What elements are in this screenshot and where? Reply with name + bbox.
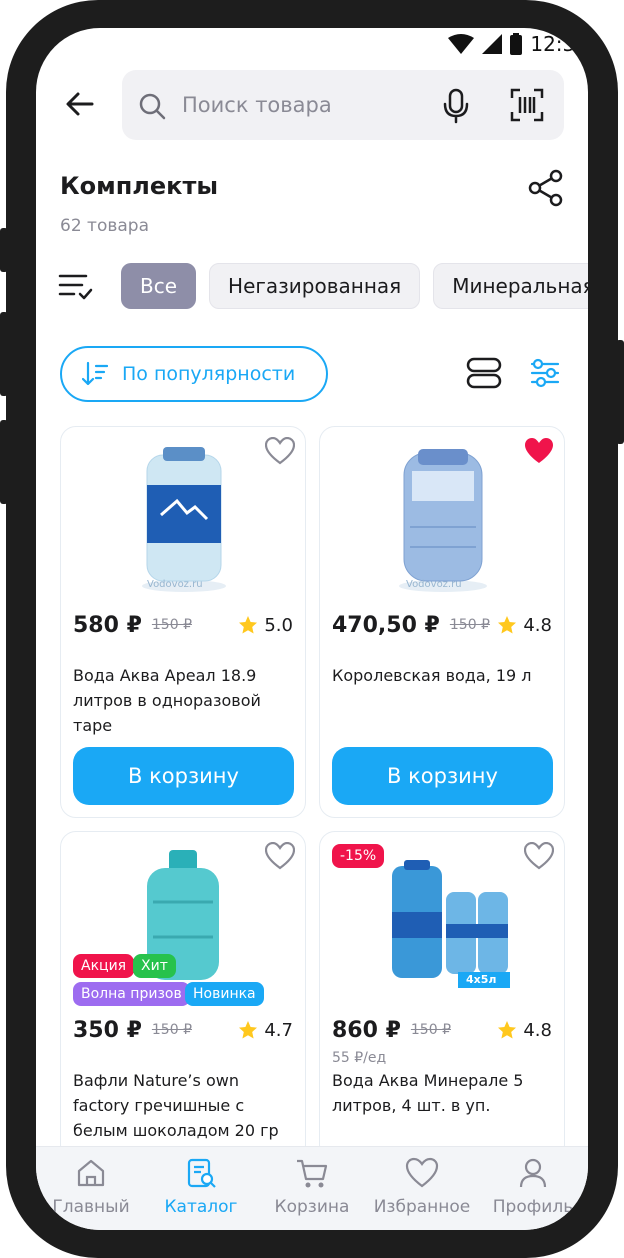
nav-catalog[interactable]: Каталог: [146, 1157, 256, 1217]
star-icon: [498, 616, 517, 634]
price: 470,50 ₽: [332, 612, 440, 638]
old-price: 150 ₽: [151, 1022, 192, 1038]
badge-sale: Акция: [73, 954, 135, 978]
star-icon: [239, 1021, 258, 1039]
side-button-power: [616, 340, 624, 444]
battery-icon: [510, 33, 523, 55]
add-to-cart-button[interactable]: В корзину: [73, 747, 294, 805]
filter-settings-icon[interactable]: [530, 357, 560, 389]
nav-label: Каталог: [164, 1197, 238, 1217]
favorite-heart-icon[interactable]: [265, 842, 295, 870]
old-price: 150 ₽: [410, 1022, 451, 1038]
price-row: 860 ₽ 150 ₽ 4.8: [332, 1012, 552, 1048]
status-bar: 12:30: [36, 28, 588, 62]
rating-value: 4.8: [523, 614, 552, 636]
status-time: 12:30: [530, 32, 588, 56]
product-count: 62 товара: [60, 216, 149, 236]
badge-new: Новинка: [185, 982, 264, 1006]
user-icon: [519, 1158, 547, 1188]
product-name[interactable]: Вода Аква Минерале 5 литров, 4 шт. в уп.: [332, 1068, 552, 1118]
filter-list-icon[interactable]: [58, 270, 94, 302]
star-icon: [239, 616, 258, 634]
pack-label: 4x5л: [466, 973, 497, 986]
unit-price: 55 ₽/ед: [332, 1050, 387, 1066]
side-button-volume-up: [0, 312, 8, 396]
nav-label: Корзина: [274, 1197, 350, 1217]
status-icons: 12:30: [448, 32, 588, 56]
old-price: 150 ₽: [449, 617, 490, 633]
product-card[interactable]: Акция Хит Волна призов Новинка 350 ₽ 150…: [60, 831, 306, 1161]
sort-label: По популярности: [122, 363, 296, 385]
rating: 4.8: [497, 615, 552, 636]
product-name[interactable]: Вода Аква Ареал 18.9 литров в одноразово…: [73, 663, 293, 738]
nav-label: Профиль: [492, 1197, 574, 1217]
heart-icon: [405, 1157, 439, 1188]
nav-home[interactable]: Главный: [36, 1157, 146, 1217]
rating-value: 4.8: [523, 1019, 552, 1041]
price-row: 350 ₽ 150 ₽ 4.7: [73, 1012, 293, 1048]
sort-icon: [82, 361, 108, 386]
search-input[interactable]: [182, 86, 432, 124]
sort-button[interactable]: По популярности: [60, 346, 328, 402]
rating: 5.0: [238, 615, 293, 636]
chip-still[interactable]: Негазированная: [209, 263, 421, 309]
category-chips: Все Негазированная Минеральная: [121, 263, 588, 309]
favorite-heart-icon[interactable]: [524, 842, 554, 870]
product-name[interactable]: Королевская вода, 19 л: [332, 663, 552, 688]
discount-badge: -15%: [332, 844, 385, 868]
add-to-cart-button[interactable]: В корзину: [332, 747, 553, 805]
side-button-mute: [0, 228, 8, 272]
app-screen: 12:30 Комплекты 62 товара Все Негазирова…: [36, 28, 588, 1230]
nav-label: Главный: [52, 1197, 130, 1217]
badge-hit: Хит: [133, 954, 176, 978]
favorite-heart-icon[interactable]: [265, 437, 295, 465]
price: 350 ₽: [73, 1017, 142, 1043]
bottom-navigation: Главный Каталог Корзина Избранное Профил…: [36, 1146, 588, 1230]
home-icon: [77, 1159, 105, 1187]
favorite-heart-icon[interactable]: [524, 437, 554, 465]
cart-icon: [297, 1159, 328, 1188]
price: 580 ₽: [73, 612, 142, 638]
chip-all[interactable]: Все: [121, 263, 197, 309]
product-card[interactable]: Vodovoz.ru 580 ₽ 150 ₽ 5.0 Вода Аква Аре…: [60, 426, 306, 818]
page-title: Комплекты: [60, 172, 219, 200]
rating: 4.7: [238, 1020, 293, 1041]
nav-profile[interactable]: Профиль: [478, 1157, 588, 1217]
search-icon: [139, 93, 166, 120]
nav-cart[interactable]: Корзина: [257, 1157, 367, 1217]
rating-value: 5.0: [264, 614, 293, 636]
chip-mineral[interactable]: Минеральная: [433, 263, 588, 309]
image-watermark: Vodovoz.ru: [147, 579, 203, 590]
rating-value: 4.7: [264, 1019, 293, 1041]
nav-label: Избранное: [373, 1197, 471, 1217]
product-name[interactable]: Вафли Nature’s own factory гречишные с б…: [73, 1068, 293, 1143]
price-row: 580 ₽ 150 ₽ 5.0: [73, 607, 293, 643]
product-card[interactable]: -15% 4x5л 860 ₽ 150 ₽ 4.8 55 ₽/ед Вода А…: [319, 831, 565, 1161]
star-icon: [498, 1021, 517, 1039]
signal-icon: [482, 34, 503, 54]
rating: 4.8: [497, 1020, 552, 1041]
wifi-icon: [448, 34, 475, 54]
search-bar[interactable]: [122, 70, 564, 140]
image-watermark: Vodovoz.ru: [406, 579, 462, 590]
catalog-icon: [187, 1158, 216, 1188]
nav-favorites[interactable]: Избранное: [367, 1157, 477, 1217]
badge-prize: Волна призов: [73, 982, 190, 1006]
product-card[interactable]: Vodovoz.ru 470,50 ₽ 150 ₽ 4.8 Королевска…: [319, 426, 565, 818]
share-icon[interactable]: [526, 168, 566, 208]
back-arrow-icon[interactable]: [64, 88, 96, 120]
list-view-icon[interactable]: [466, 357, 502, 389]
microphone-icon[interactable]: [442, 88, 470, 124]
price-row: 470,50 ₽ 150 ₽ 4.8: [332, 607, 552, 643]
price: 860 ₽: [332, 1017, 401, 1043]
barcode-scanner-icon[interactable]: [510, 88, 544, 122]
old-price: 150 ₽: [151, 617, 192, 633]
side-button-volume-down: [0, 420, 8, 504]
